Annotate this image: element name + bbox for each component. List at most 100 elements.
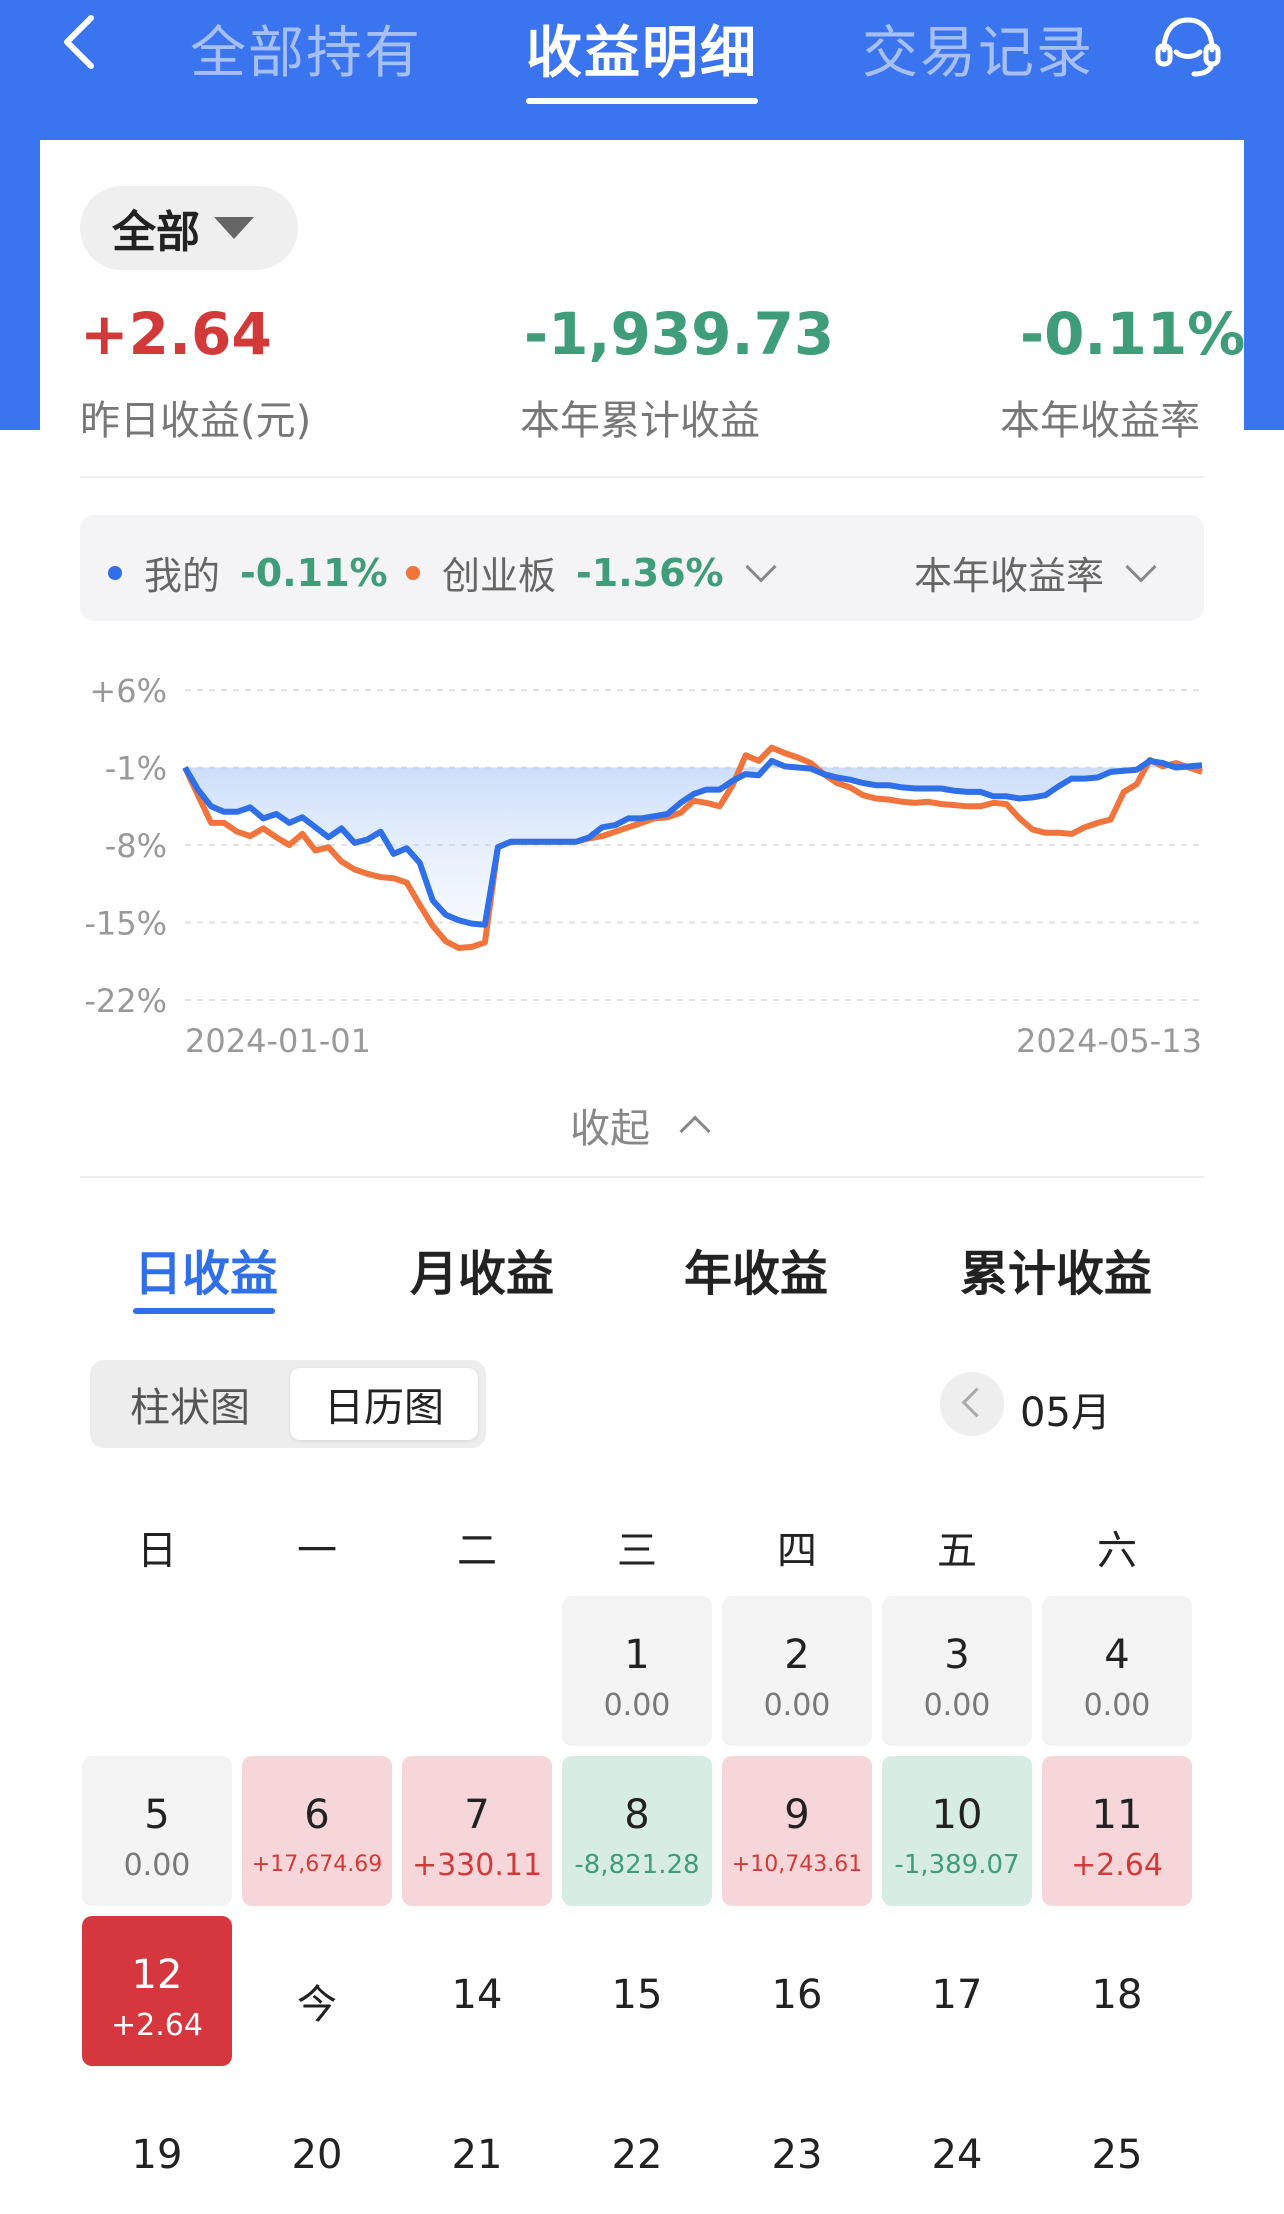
tab-transaction-records[interactable]: 交易记录: [862, 8, 1094, 89]
legend-mine-label: 我的: [144, 554, 221, 598]
calendar-day: 16: [722, 1916, 872, 2066]
x-start-label: 2024-01-01: [185, 1022, 371, 1060]
calendar-day[interactable]: 7 +330.11: [402, 1756, 552, 1906]
chevron-down-icon: [1125, 550, 1157, 583]
calendar-day[interactable]: 5 0.00: [82, 1756, 232, 1906]
day-number: 11: [1091, 1792, 1143, 1838]
calendar-day: 17: [882, 1916, 1032, 2066]
period-tab-indicator: [133, 1308, 275, 1314]
previous-month-button[interactable]: [940, 1372, 1004, 1436]
y-tick-label: +6%: [89, 672, 167, 710]
yesterday-income-value: +2.64: [80, 300, 272, 368]
ytd-total-income-label: 本年累计收益: [520, 398, 760, 444]
day-number: 9: [784, 1792, 810, 1838]
day-number: 1: [624, 1632, 650, 1678]
weekday-header: 二: [457, 1528, 497, 1574]
calendar-day[interactable]: 6 +17,674.69: [242, 1756, 392, 1906]
day-income: 0.00: [603, 1688, 671, 1723]
calendar-day: 20: [242, 2076, 392, 2214]
metric-selector[interactable]: 本年收益率: [914, 545, 1157, 600]
return-line-chart[interactable]: +6% -1% -8% -15% -22% 2024-01-01 2024-05-13: [60, 660, 1220, 1060]
divider: [80, 476, 1204, 478]
calendar-day: 14: [402, 1916, 552, 2066]
day-number: 15: [611, 1972, 663, 2018]
day-income: 0.00: [1083, 1688, 1151, 1723]
calendar-day[interactable]: 10 -1,389.07: [882, 1756, 1032, 1906]
calendar-day: 19: [82, 2076, 232, 2214]
tab-monthly-income[interactable]: 月收益: [410, 1234, 554, 1304]
day-number: 今: [297, 1982, 337, 2028]
weekday-header: 一: [297, 1528, 337, 1574]
holding-filter-dropdown[interactable]: 全部: [80, 186, 298, 270]
background-band-left: [0, 140, 40, 430]
calendar-day[interactable]: 4 0.00: [1042, 1596, 1192, 1746]
back-arrow-icon[interactable]: [55, 12, 105, 72]
day-number: 10: [931, 1792, 983, 1838]
day-number: 2: [784, 1632, 810, 1678]
tab-all-holdings[interactable]: 全部持有: [190, 8, 422, 89]
calendar-day[interactable]: 3 0.00: [882, 1596, 1032, 1746]
legend-benchmark-value: -1.36%: [576, 550, 724, 595]
mine-dot-icon: [108, 565, 122, 580]
calendar-day-selected[interactable]: 12 +2.64: [82, 1916, 232, 2066]
calendar-day: 25: [1042, 2076, 1192, 2214]
calendar-view-button[interactable]: 日历图: [290, 1368, 478, 1440]
day-number: 12: [131, 1952, 183, 1998]
calendar-day[interactable]: 2 0.00: [722, 1596, 872, 1746]
bar-chart-view-button[interactable]: 柱状图: [98, 1368, 282, 1440]
y-tick-label: -15%: [84, 905, 167, 943]
calendar-day: 21: [402, 2076, 552, 2214]
legend-benchmark-label: 创业板: [442, 554, 557, 598]
customer-service-icon[interactable]: [1152, 10, 1224, 82]
day-income: 0.00: [923, 1688, 991, 1723]
calendar-day[interactable]: 11 +2.64: [1042, 1756, 1192, 1906]
benchmark-dot-icon: [406, 565, 420, 580]
calendar-day: 15: [562, 1916, 712, 2066]
tab-yearly-income[interactable]: 年收益: [684, 1234, 828, 1304]
day-income: -1,389.07: [894, 1850, 1020, 1880]
calendar-day[interactable]: 8 -8,821.28: [562, 1756, 712, 1906]
collapse-chart-button[interactable]: 收起: [570, 1096, 711, 1154]
calendar-day[interactable]: 1 0.00: [562, 1596, 712, 1746]
tab-daily-income[interactable]: 日收益: [134, 1234, 278, 1304]
chevron-down-icon: [745, 550, 777, 583]
ytd-rate-value: -0.11%: [1020, 300, 1246, 368]
chart-legend-bar: 我的 -0.11% 创业板 -1.36% 本年收益率: [80, 515, 1204, 621]
ytd-total-income-value: -1,939.73: [524, 300, 835, 368]
day-income: 0.00: [123, 1848, 191, 1883]
x-end-label: 2024-05-13: [1016, 1022, 1202, 1060]
chevron-up-icon: [679, 1115, 711, 1147]
tab-income-details[interactable]: 收益明细: [526, 8, 758, 89]
collapse-label: 收起: [570, 1106, 650, 1152]
day-number: 5: [144, 1792, 170, 1838]
legend-mine-value: -0.11%: [240, 550, 388, 595]
active-tab-indicator: [526, 98, 758, 104]
day-number: 21: [451, 2132, 503, 2178]
y-tick-label: -8%: [105, 827, 167, 865]
day-number: 6: [304, 1792, 330, 1838]
weekday-header: 四: [777, 1528, 817, 1574]
calendar-day: 18: [1042, 1916, 1192, 2066]
filter-label: 全部: [112, 207, 200, 258]
day-number: 14: [451, 1972, 503, 2018]
calendar-day[interactable]: 9 +10,743.61: [722, 1756, 872, 1906]
day-income: +2.64: [111, 2008, 203, 2043]
month-label: 05月: [1020, 1390, 1111, 1436]
benchmark-selector[interactable]: 创业板 -1.36%: [406, 545, 777, 600]
day-income: -8,821.28: [574, 1850, 700, 1880]
caret-down-icon: [214, 217, 254, 239]
weekday-header: 日: [137, 1528, 177, 1574]
day-number: 8: [624, 1792, 650, 1838]
calendar-day-today[interactable]: 今: [242, 1916, 392, 2066]
metric-label: 本年收益率: [914, 554, 1105, 598]
y-tick-label: -1%: [105, 750, 167, 788]
day-number: 23: [771, 2132, 823, 2178]
day-number: 17: [931, 1972, 983, 2018]
day-number: 7: [464, 1792, 490, 1838]
calendar-day: 23: [722, 2076, 872, 2214]
tab-cumulative-income[interactable]: 累计收益: [960, 1234, 1152, 1304]
yesterday-income-label: 昨日收益(元): [80, 398, 312, 444]
day-number: 22: [611, 2132, 663, 2178]
background-band-right: [1244, 140, 1284, 430]
divider: [80, 1176, 1204, 1178]
